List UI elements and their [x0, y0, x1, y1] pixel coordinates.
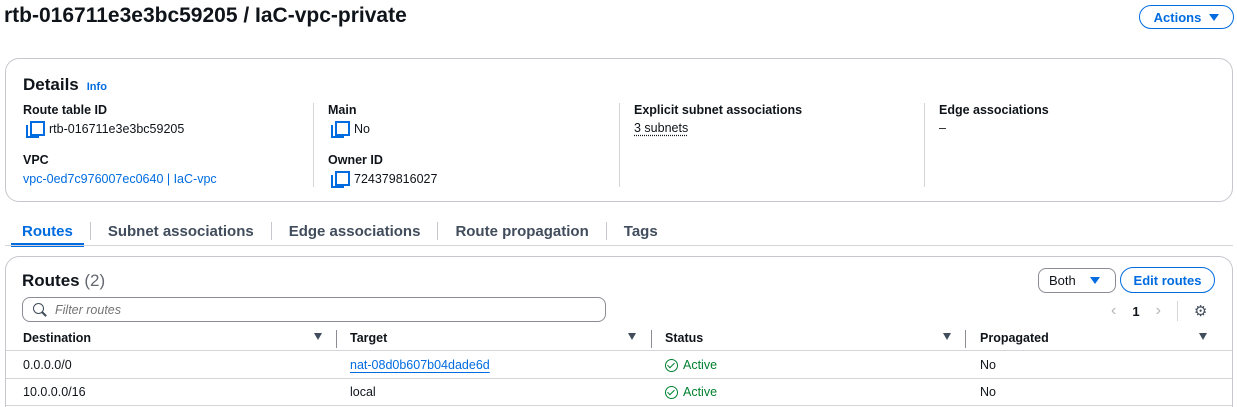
edge-associations-label: Edge associations: [939, 103, 1049, 117]
edge-associations-value: –: [939, 121, 946, 135]
column-resizer[interactable]: [336, 330, 337, 348]
cell-status: Active: [665, 385, 717, 399]
filter-routes-input[interactable]: [55, 302, 555, 317]
copy-icon[interactable]: [26, 121, 45, 138]
caret-down-icon: [1089, 277, 1100, 284]
tab-route-propagation[interactable]: Route propagation: [438, 216, 605, 246]
owner-id-value: 724379816027: [331, 171, 438, 188]
page-title: rtb-016711e3e3bc59205 / IaC-vpc-private: [4, 4, 407, 27]
column-divider: [924, 103, 925, 187]
route-table-id-text: rtb-016711e3e3bc59205: [49, 121, 185, 136]
check-circle-icon: [665, 385, 678, 399]
info-link[interactable]: Info: [87, 81, 107, 93]
cell-propagated: No: [980, 385, 996, 399]
cell-target: local: [350, 385, 376, 399]
routes-title: Routes: [22, 271, 80, 290]
routes-count: (2): [84, 271, 106, 290]
actions-label: Actions: [1153, 9, 1202, 25]
caret-down-icon: [1209, 13, 1220, 21]
tab-subnet-associations[interactable]: Subnet associations: [91, 216, 271, 246]
cell-target-link[interactable]: nat-08d0b607b04dade6d: [350, 358, 490, 372]
routes-header: Routes (2): [22, 271, 105, 291]
column-destination[interactable]: Destination: [23, 331, 91, 345]
cell-destination: 10.0.0.0/16: [23, 385, 86, 399]
column-propagated[interactable]: Propagated: [980, 331, 1049, 345]
table-row[interactable]: 0.0.0.0/0 nat-08d0b607b04dade6d Active N…: [6, 352, 1232, 379]
pager-divider: [1176, 301, 1178, 321]
cell-propagated: No: [980, 358, 996, 372]
routes-panel: Routes (2) Both Edit routes ‹ 1 › ⚙ Dest…: [5, 256, 1233, 407]
owner-id-label: Owner ID: [328, 153, 383, 167]
explicit-subnet-label: Explicit subnet associations: [634, 103, 803, 117]
sort-icon[interactable]: [943, 333, 951, 340]
table-header: Destination Target Status Propagated: [6, 327, 1232, 351]
route-filter-selected: Both: [1049, 273, 1076, 288]
edit-routes-button[interactable]: Edit routes: [1120, 267, 1215, 293]
details-title: Details: [23, 75, 79, 94]
copy-icon[interactable]: [331, 171, 350, 188]
sort-icon[interactable]: [628, 333, 636, 340]
check-circle-icon: [665, 358, 678, 372]
tab-edge-associations[interactable]: Edge associations: [272, 216, 438, 246]
column-target[interactable]: Target: [350, 331, 387, 345]
cell-status: Active: [665, 358, 717, 372]
column-divider: [619, 103, 620, 187]
column-divider: [313, 103, 314, 187]
route-table-id-label: Route table ID: [23, 103, 108, 117]
main-label: Main: [328, 103, 357, 117]
cell-destination: 0.0.0.0/0: [23, 358, 72, 372]
column-resizer[interactable]: [651, 330, 652, 348]
owner-id-text: 724379816027: [354, 171, 438, 186]
page-number[interactable]: 1: [1132, 304, 1139, 319]
main-value: No: [331, 121, 370, 138]
pagination: ‹ 1 › ⚙: [1111, 301, 1207, 321]
status-text: Active: [683, 385, 718, 399]
sort-icon[interactable]: [314, 333, 322, 340]
chevron-left-icon[interactable]: ‹: [1111, 302, 1116, 320]
vpc-label: VPC: [23, 153, 49, 167]
tab-tags[interactable]: Tags: [607, 216, 675, 246]
table-row[interactable]: 10.0.0.0/16 local Active No: [6, 379, 1232, 406]
status-text: Active: [683, 358, 718, 372]
search-icon: [33, 302, 47, 317]
column-resizer[interactable]: [965, 330, 966, 348]
chevron-right-icon[interactable]: ›: [1156, 302, 1161, 320]
column-status[interactable]: Status: [665, 331, 703, 345]
route-table-id-value: rtb-016711e3e3bc59205: [26, 121, 185, 138]
tab-bar: Routes Subnet associations Edge associat…: [5, 216, 1233, 247]
copy-icon[interactable]: [331, 121, 350, 138]
main-text: No: [354, 121, 370, 136]
sort-icon[interactable]: [1199, 333, 1207, 340]
explicit-subnet-value[interactable]: 3 subnets: [634, 121, 688, 135]
details-header: Details Info: [23, 75, 107, 95]
gear-icon[interactable]: ⚙: [1194, 302, 1207, 320]
actions-button[interactable]: Actions: [1139, 5, 1234, 29]
route-filter-select[interactable]: Both: [1038, 268, 1116, 293]
vpc-link[interactable]: vpc-0ed7c976007ec0640 | IaC-vpc: [23, 172, 217, 186]
tabs-underline: [5, 245, 1233, 246]
details-panel: Details Info Route table ID rtb-016711e3…: [5, 58, 1233, 202]
filter-routes-field[interactable]: [22, 297, 606, 322]
tab-routes[interactable]: Routes: [5, 216, 90, 247]
